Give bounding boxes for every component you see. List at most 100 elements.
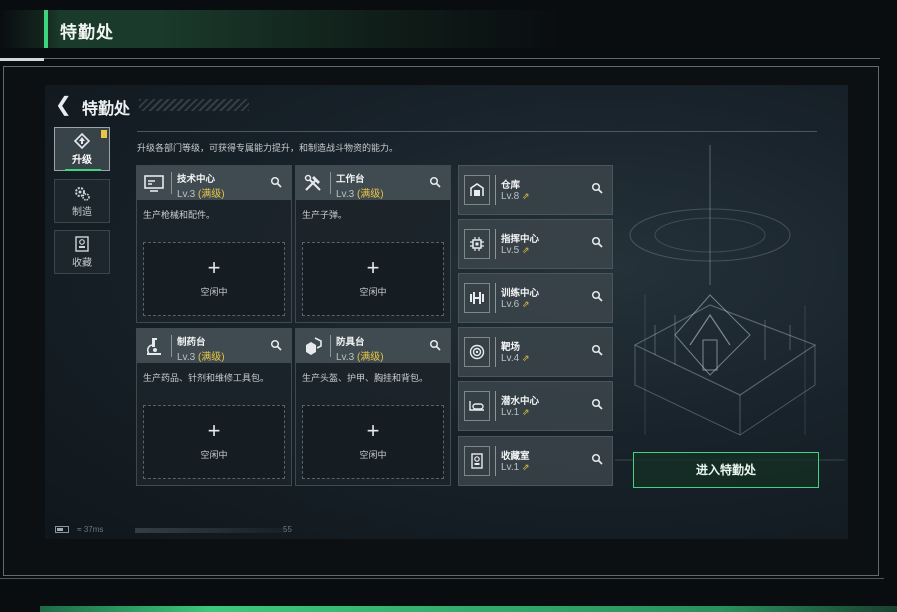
dumbbell-icon (464, 283, 490, 313)
facility-level: Lv.1 ⇗ (501, 407, 530, 418)
production-slot[interactable]: + 空闲中 (143, 405, 285, 479)
level-value: Lv.8 (501, 191, 520, 202)
description-divider (137, 131, 817, 132)
search-icon[interactable] (590, 290, 604, 304)
facility-training-center[interactable]: 训练中心 Lv.6 ⇗ (458, 273, 613, 323)
back-arrow-icon[interactable]: ❮ (55, 95, 72, 115)
tools-icon (302, 172, 324, 194)
notification-badge (101, 130, 107, 138)
search-icon[interactable] (590, 344, 604, 358)
facility-diving-center[interactable]: 潜水中心 Lv.1 ⇗ (458, 381, 613, 431)
facility-level: Lv.8 ⇗ (501, 191, 530, 202)
card-header: 工作台 Lv.3 (满级) (296, 166, 450, 200)
level-value: Lv.3 (336, 352, 355, 363)
tab-upgrade-label: 升级 (72, 155, 92, 166)
search-icon[interactable] (269, 176, 283, 190)
workshop-card-pharmacy[interactable]: 制药台 Lv.3 (满级) 生产药品、针剂和维修工具包。 + 空闲中 (136, 328, 292, 486)
level-status: (满级) (197, 189, 225, 200)
card-level: Lv.3 (满级) (177, 348, 225, 363)
tab-collection[interactable]: 收藏 (54, 230, 110, 274)
microscope-icon (143, 335, 165, 357)
facility-separator (495, 446, 496, 476)
facility-level: Lv.5 ⇗ (501, 245, 530, 256)
upgrade-chevron-icon: ⇗ (521, 407, 530, 417)
footer-accent-bar (40, 606, 897, 612)
facility-separator (495, 337, 496, 367)
game-screen: ❮ 特勤处 升级 制造 收藏 升级各部门等级，可获得专属能力提升，和制造战斗物资… (45, 85, 848, 539)
facility-name: 仓库 (501, 180, 521, 191)
facility-collection-room[interactable]: 收藏室 Lv.1 ⇗ (458, 436, 613, 486)
card-name: 防具台 (336, 337, 365, 348)
chip-icon (464, 229, 490, 259)
search-icon[interactable] (428, 339, 442, 353)
plus-icon: + (207, 255, 221, 280)
title-stripes-decoration (139, 99, 249, 111)
facility-warehouse[interactable]: 仓库 Lv.8 ⇗ (458, 165, 613, 215)
search-icon[interactable] (269, 339, 283, 353)
search-icon[interactable] (590, 398, 604, 412)
tab-upgrade[interactable]: 升级 (54, 127, 110, 171)
workshop-card-armor-bench[interactable]: 防具台 Lv.3 (满级) 生产头盔、护甲、胸挂和背包。 + 空闲中 (295, 328, 451, 486)
facility-name: 收藏室 (501, 451, 530, 462)
armor-icon (302, 335, 324, 357)
enter-special-ops-button[interactable]: 进入特勤处 (633, 452, 819, 488)
header-title: 特勤处 (60, 23, 114, 42)
monitor-icon (143, 172, 165, 194)
card-separator (330, 172, 331, 194)
facility-command-center[interactable]: 指挥中心 Lv.5 ⇗ (458, 219, 613, 269)
level-value: Lv.3 (177, 189, 196, 200)
collection-room-icon (464, 446, 490, 476)
app-root: 特勤处 ❮ 特勤处 升级 制造 收藏 升级各部门等级，可获得专属能力提升，和制造… (0, 0, 897, 612)
header-divider (0, 58, 880, 59)
slot-status: 空闲中 (359, 450, 387, 460)
search-icon[interactable] (590, 182, 604, 196)
base-blueprint-illustration (615, 145, 845, 461)
diving-icon (464, 391, 490, 421)
section-description: 升级各部门等级，可获得专属能力提升，和制造战斗物资的能力。 (137, 143, 399, 153)
card-description: 生产枪械和配件。 (143, 210, 216, 220)
header-divider-highlight (0, 58, 44, 61)
screen-title: 特勤处 (82, 101, 131, 118)
status-number: 55 (283, 525, 292, 534)
production-slot[interactable]: + 空闲中 (143, 242, 285, 316)
workshop-card-workbench[interactable]: 工作台 Lv.3 (满级) 生产子弹。 + 空闲中 (295, 165, 451, 323)
upgrade-chevron-icon: ⇗ (521, 299, 530, 309)
search-icon[interactable] (590, 453, 604, 467)
facility-shooting-range[interactable]: 靶场 Lv.4 ⇗ (458, 327, 613, 377)
upgrade-chevron-icon: ⇗ (521, 245, 530, 255)
tab-collection-label: 收藏 (72, 258, 92, 269)
battery-icon (55, 526, 69, 534)
level-value: Lv.4 (501, 353, 520, 364)
slot-status: 空闲中 (200, 287, 228, 297)
facility-separator (495, 175, 496, 205)
tab-craft[interactable]: 制造 (54, 179, 110, 223)
card-level: Lv.3 (满级) (177, 185, 225, 200)
production-slot[interactable]: + 空闲中 (302, 242, 444, 316)
search-icon[interactable] (428, 176, 442, 190)
search-icon[interactable] (590, 236, 604, 250)
level-value: Lv.6 (501, 299, 520, 310)
slot-status: 空闲中 (359, 287, 387, 297)
card-description: 生产药品、针剂和维修工具包。 (143, 373, 270, 383)
level-status: (满级) (356, 189, 384, 200)
slot-status: 空闲中 (200, 450, 228, 460)
facility-separator (495, 391, 496, 421)
card-level: Lv.3 (满级) (336, 185, 384, 200)
gears-icon (73, 185, 91, 201)
card-separator (171, 172, 172, 194)
facility-level: Lv.1 ⇗ (501, 462, 530, 473)
facility-name: 指挥中心 (501, 234, 540, 245)
level-value: Lv.1 (501, 407, 520, 418)
level-value: Lv.1 (501, 462, 520, 473)
card-description: 生产头盔、护甲、胸挂和背包。 (302, 373, 429, 383)
facility-level: Lv.4 ⇗ (501, 353, 530, 364)
facility-level: Lv.6 ⇗ (501, 299, 530, 310)
workshop-card-tech-center[interactable]: 技术中心 Lv.3 (满级) 生产枪械和配件。 + 空闲中 (136, 165, 292, 323)
upgrade-icon (73, 132, 91, 150)
production-slot[interactable]: + 空闲中 (302, 405, 444, 479)
level-status: (满级) (356, 352, 384, 363)
tab-active-indicator (65, 169, 101, 171)
facility-name: 靶场 (501, 342, 521, 353)
level-value: Lv.3 (177, 352, 196, 363)
facility-name: 潜水中心 (501, 396, 540, 407)
